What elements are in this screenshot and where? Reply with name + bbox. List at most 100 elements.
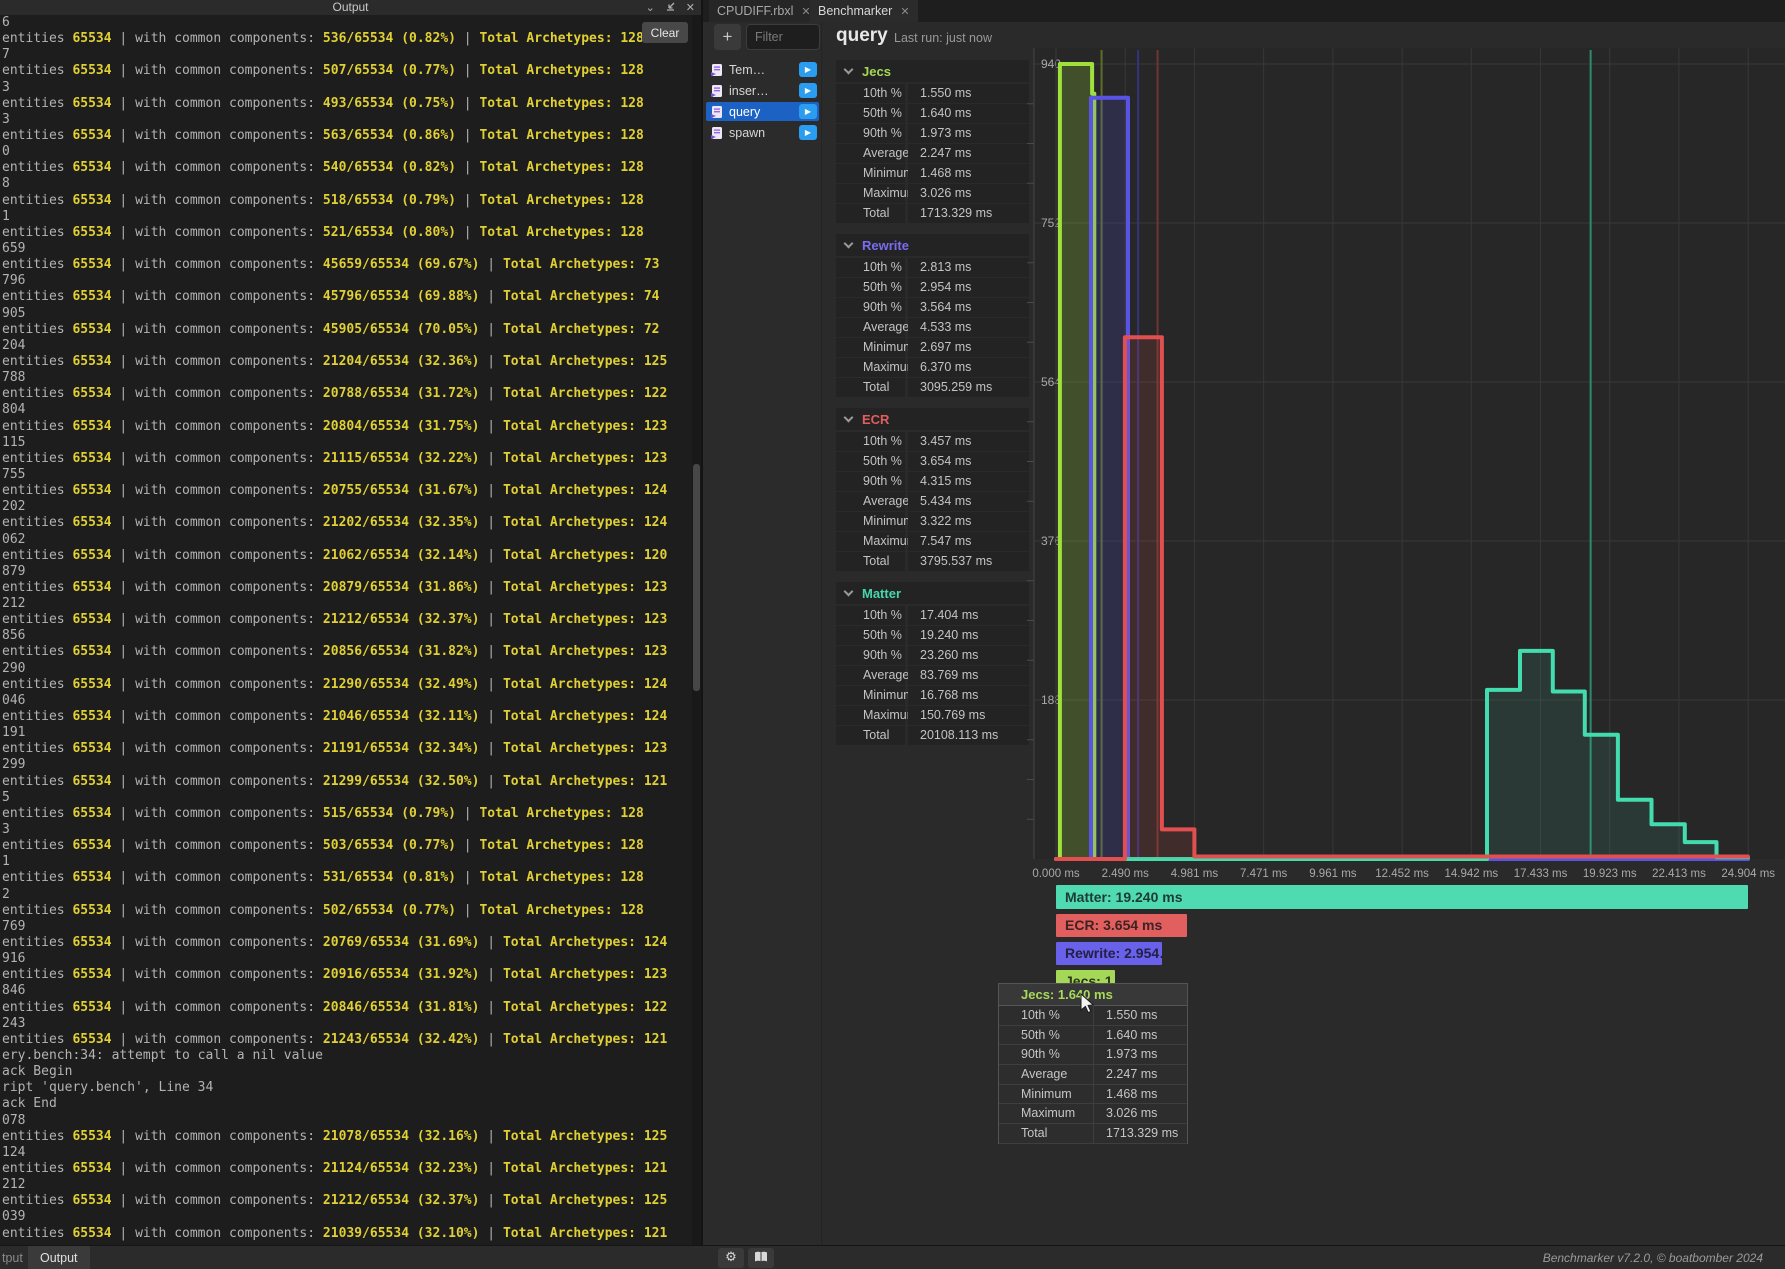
filter-input[interactable] [746, 24, 820, 50]
stat-label: 10th % [836, 258, 905, 277]
legend-bar-ecr[interactable]: ECR: 3.654 ms [1056, 914, 1187, 937]
dock-tab-output[interactable]: Output [28, 1246, 90, 1269]
stat-value: 1.550 ms [908, 84, 1029, 103]
stat-value: 17.404 ms [908, 606, 1029, 625]
stats-section-header[interactable]: Jecs [836, 60, 1029, 82]
console-wrap-fragment: 3 [2, 822, 691, 838]
stats-column: Jecs 10th % 1.550 ms50th %1.640 ms90th %1.… [836, 60, 1029, 756]
console-log-line: entities 65534 | with common components:… [2, 31, 691, 47]
stat-label: 50th % [836, 104, 905, 123]
script-item-query[interactable]: query▶ [706, 102, 819, 121]
run-benchmark-button[interactable]: ▶ [799, 83, 817, 98]
console-wrap-fragment: 212 [2, 596, 691, 612]
output-panel-header[interactable]: Output ⌄ ✕ [0, 0, 701, 15]
module-script-icon [710, 63, 724, 77]
stat-value: 4.533 ms [908, 318, 1029, 337]
chevron-down-icon[interactable]: ⌄ [646, 2, 655, 13]
stat-row: 90th %1.973 ms [836, 124, 1029, 143]
stat-row: Minimum1.468 ms [836, 164, 1029, 183]
close-icon[interactable]: ✕ [686, 2, 695, 13]
stat-row: Average4.533 ms [836, 318, 1029, 337]
console-log[interactable]: 6entities 65534 | with common components… [2, 15, 691, 1245]
console-log-line: entities 65534 | with common components:… [2, 1226, 691, 1242]
console-log-line: entities 65534 | with common components:… [2, 483, 691, 499]
script-name-label: Tem… [729, 63, 799, 77]
stats-section-ecr: ECR10th %3.457 ms50th %3.654 ms90th %4.3… [836, 408, 1029, 571]
legend-bar-rewrite[interactable]: Rewrite: 2.954… [1056, 942, 1162, 965]
console-wrap-fragment: 796 [2, 273, 691, 289]
stat-label: Maximum [836, 706, 905, 725]
script-item-inser[interactable]: inser…▶ [706, 81, 819, 100]
run-benchmark-button[interactable]: ▶ [799, 62, 817, 77]
tooltip-stat-value: 1.640 ms [1094, 1026, 1187, 1045]
tab-cpudiff-rbxl[interactable]: CPUDIFF.rbxl✕ [709, 0, 819, 22]
stat-row: Maximum150.769 ms [836, 706, 1029, 725]
tooltip-row: Minimum1.468 ms [999, 1085, 1187, 1105]
console-wrap-fragment: 788 [2, 370, 691, 386]
stat-row: Total3795.537 ms [836, 552, 1029, 571]
script-item-spawn[interactable]: spawn▶ [706, 123, 819, 142]
last-run-status: Last run: just now [894, 31, 992, 45]
stat-value: 19.240 ms [908, 626, 1029, 645]
stat-value: 20108.113 ms [908, 726, 1029, 745]
console-wrap-fragment: 7 [2, 47, 691, 63]
stat-value: 150.769 ms [908, 706, 1029, 725]
clear-output-button[interactable]: Clear [642, 22, 688, 43]
console-wrap-fragment: 046 [2, 693, 691, 709]
docs-button[interactable] [748, 1248, 774, 1268]
console-log-line: entities 65534 | with common components:… [2, 644, 691, 660]
dock-icon[interactable] [665, 1, 676, 14]
console-log-line: entities 65534 | with common components:… [2, 96, 691, 112]
stat-value: 3795.537 ms [908, 552, 1029, 571]
script-item-Tem[interactable]: Tem…▶ [706, 60, 819, 79]
run-benchmark-button[interactable]: ▶ [799, 125, 817, 140]
console-wrap-fragment: 202 [2, 499, 691, 515]
dock-tab-partial[interactable]: tput [2, 1246, 23, 1269]
console-log-line: entities 65534 | with common components:… [2, 160, 691, 176]
tooltip-stat-label: 90th % [999, 1045, 1094, 1064]
tooltip-stat-label: 50th % [999, 1026, 1094, 1045]
settings-button[interactable]: ⚙ [718, 1248, 744, 1268]
tooltip-stat-value: 2.247 ms [1094, 1065, 1187, 1084]
legend-bar-matter[interactable]: Matter: 19.240 ms [1056, 885, 1748, 909]
x-axis-tick-label: 9.961 ms [1309, 868, 1357, 880]
tab-benchmarker[interactable]: Benchmarker✕ [810, 0, 918, 22]
x-axis-tick-label: 12.452 ms [1375, 868, 1429, 880]
stats-section-header[interactable]: Rewrite [836, 234, 1029, 256]
x-axis-tick-label: 22.413 ms [1652, 868, 1706, 880]
stat-label: 90th % [836, 124, 905, 143]
benchmark-title: query [836, 25, 888, 47]
console-log-line: entities 65534 | with common components:… [2, 741, 691, 757]
stat-value: 3.026 ms [908, 184, 1029, 203]
stat-row: 50th %1.640 ms [836, 104, 1029, 123]
console-wrap-fragment: 769 [2, 919, 691, 935]
tab-close-icon[interactable]: ✕ [900, 6, 909, 18]
stats-section-header[interactable]: ECR [836, 408, 1029, 430]
x-axis-tick-label: 14.942 ms [1444, 868, 1498, 880]
tooltip-row: Total1713.329 ms [999, 1124, 1187, 1144]
series-name-label: Rewrite [862, 238, 909, 253]
stat-label: Maximum [836, 532, 905, 551]
scrollbar-thumb[interactable] [693, 464, 700, 691]
gear-icon: ⚙ [725, 1250, 737, 1265]
x-axis-tick-label: 17.433 ms [1514, 868, 1568, 880]
module-script-icon [710, 126, 724, 140]
console-wrap-fragment: 299 [2, 757, 691, 773]
console-log-line: entities 65534 | with common components:… [2, 838, 691, 854]
stat-value: 1713.329 ms [908, 204, 1029, 223]
console-log-line: entities 65534 | with common components:… [2, 709, 691, 725]
console-log-line: entities 65534 | with common components:… [2, 903, 691, 919]
console-wrap-fragment: 916 [2, 951, 691, 967]
console-wrap-fragment: 905 [2, 306, 691, 322]
stats-section-header[interactable]: Matter [836, 582, 1029, 604]
console-wrap-fragment: 3 [2, 112, 691, 128]
stat-value: 4.315 ms [908, 472, 1029, 491]
console-log-line: entities 65534 | with common components:… [2, 225, 691, 241]
run-benchmark-button[interactable]: ▶ [799, 104, 817, 119]
x-axis-tick-label: 0.000 ms [1032, 868, 1080, 880]
output-scrollbar[interactable] [692, 15, 701, 1245]
benchmark-histogram-chart[interactable]: 1883765647529400.000 ms2.490 ms4.981 ms7… [1020, 22, 1785, 912]
console-log-line: entities 65534 | with common components:… [2, 419, 691, 435]
console-log-line: entities 65534 | with common components:… [2, 1129, 691, 1145]
add-benchmark-button[interactable]: + [714, 24, 741, 50]
